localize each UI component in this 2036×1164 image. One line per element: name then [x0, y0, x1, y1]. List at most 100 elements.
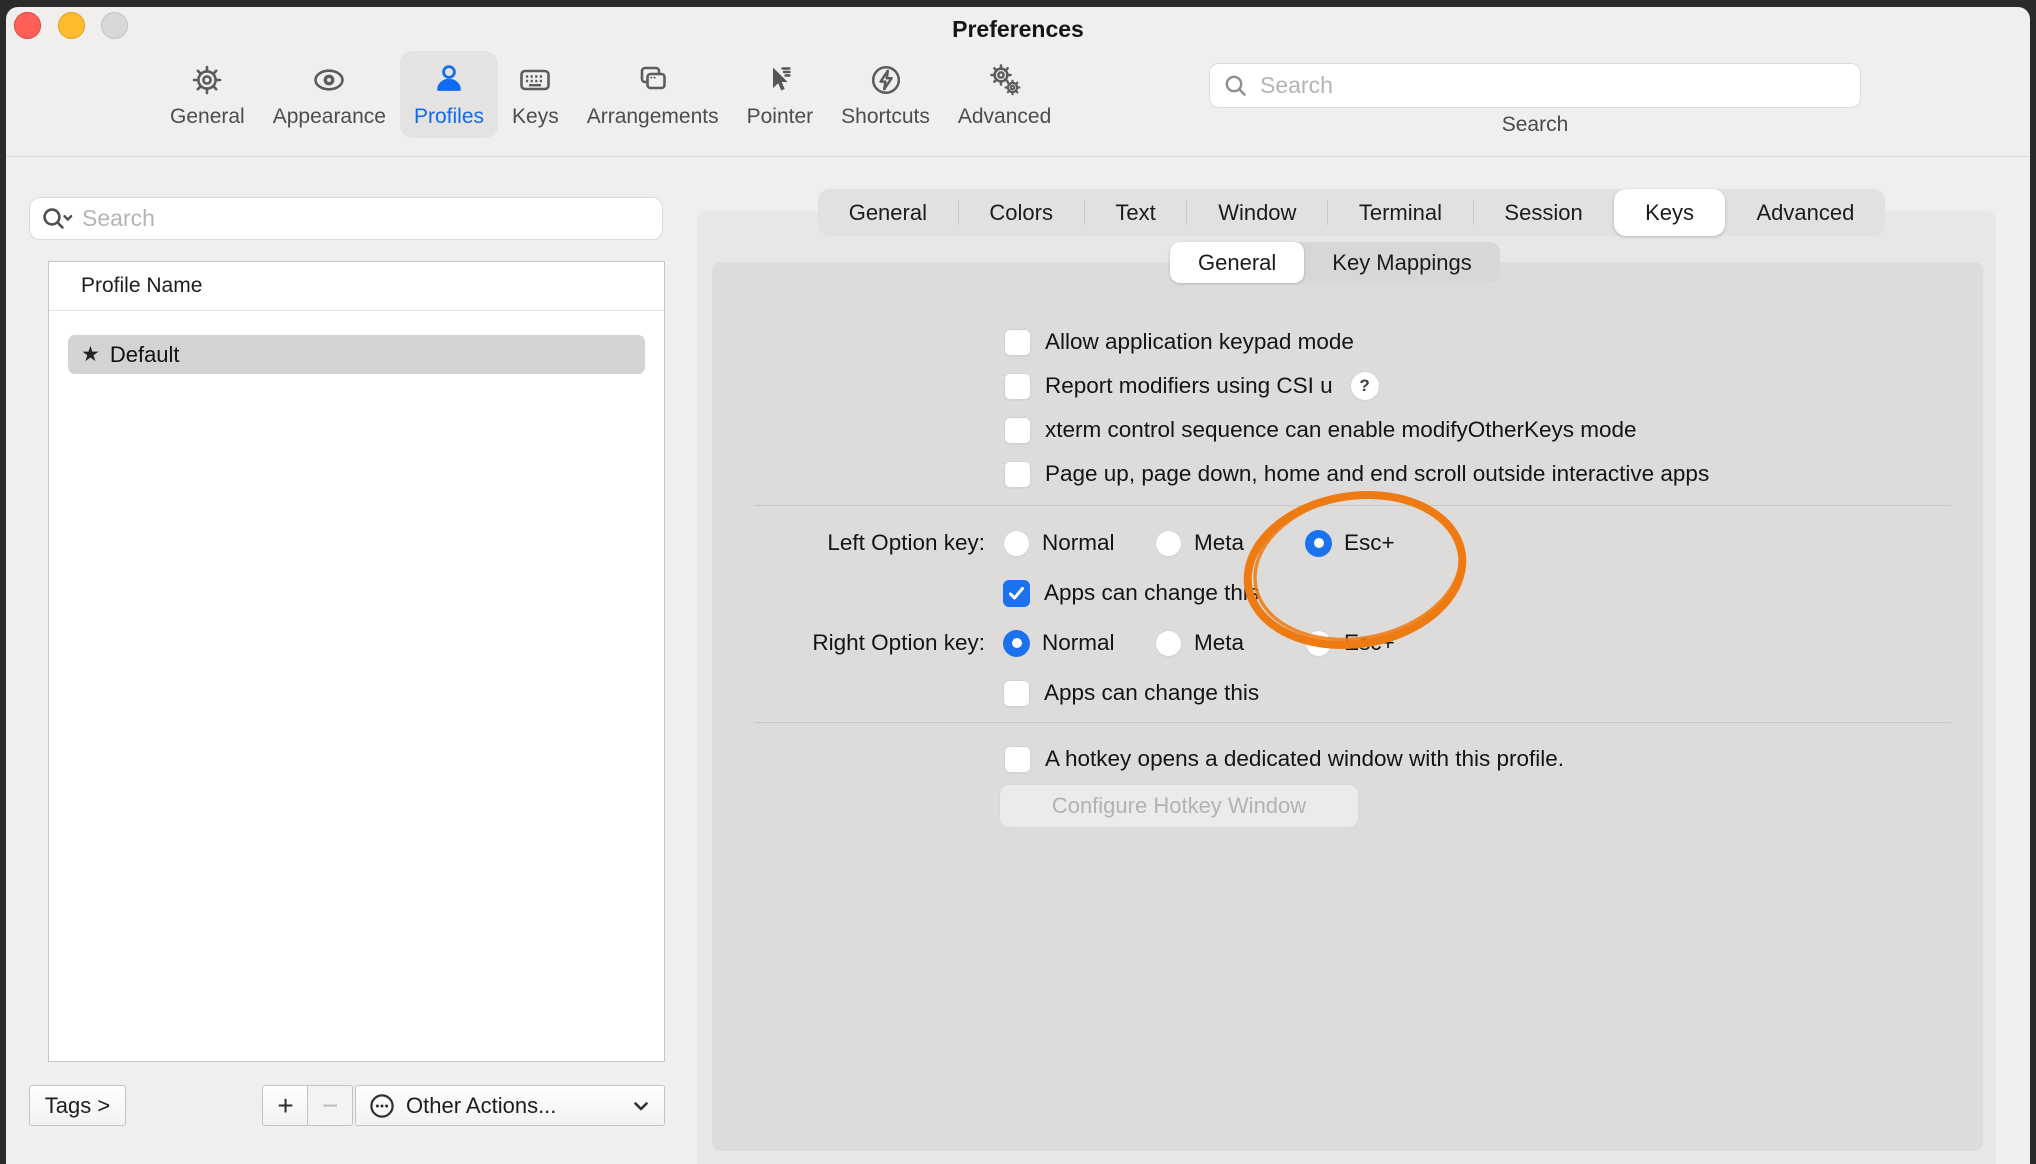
toolbar-search-field[interactable] [1209, 63, 1861, 108]
profile-name: Default [110, 342, 180, 368]
keys-subtab-bar: General Key Mappings [1170, 242, 1500, 283]
other-actions-dropdown[interactable]: Other Actions... [355, 1085, 665, 1126]
gear-icon [185, 58, 229, 102]
checkbox-label: Apps can change this [1044, 680, 1259, 706]
checkbox-row-xterm[interactable]: xterm control sequence can enable modify… [1004, 415, 1637, 445]
radio-label: Normal [1042, 630, 1115, 656]
toolbar-label: Pointer [747, 105, 814, 129]
checkbox[interactable] [1004, 329, 1031, 356]
chevron-down-icon [630, 1095, 652, 1117]
remove-profile-button: − [307, 1085, 353, 1126]
checkbox-row-right-apps[interactable]: Apps can change this [1003, 678, 1259, 708]
ellipsis-circle-icon [368, 1092, 396, 1120]
toolbar-item-arrangements[interactable]: Arrangements [573, 51, 733, 138]
checkbox[interactable] [1004, 746, 1031, 773]
radio-button[interactable] [1155, 530, 1182, 557]
window-title: Preferences [6, 16, 2030, 43]
checkbox-label: xterm control sequence can enable modify… [1045, 417, 1637, 443]
checkbox-row-keypad[interactable]: Allow application keypad mode [1004, 327, 1354, 357]
radio-button[interactable] [1305, 530, 1332, 557]
checkbox[interactable] [1004, 461, 1031, 488]
radio-button[interactable] [1003, 630, 1030, 657]
checkbox-label: Allow application keypad mode [1045, 329, 1354, 355]
profile-search-input[interactable] [82, 205, 652, 232]
tab-general[interactable]: General [818, 189, 958, 236]
tab-keys[interactable]: Keys [1614, 189, 1724, 236]
tab-text[interactable]: Text [1085, 189, 1187, 236]
configure-hotkey-window-button: Configure Hotkey Window [1000, 785, 1358, 827]
tags-button[interactable]: Tags > [29, 1085, 126, 1126]
preferences-window: Preferences General Appearance [6, 7, 2030, 1164]
search-scope-icon [40, 204, 74, 234]
subtab-key-mappings[interactable]: Key Mappings [1304, 242, 1499, 283]
cursor-icon [758, 58, 802, 102]
radio-left-normal[interactable]: Normal [1003, 528, 1115, 558]
other-actions-label: Other Actions... [406, 1093, 556, 1119]
radio-label: Esc+ [1344, 530, 1395, 556]
left-option-key-label: Left Option key: [606, 528, 985, 558]
checkbox[interactable] [1004, 373, 1031, 400]
help-button[interactable]: ? [1351, 372, 1379, 400]
radio-left-esc[interactable]: Esc+ [1305, 528, 1395, 558]
toolbar-item-keys[interactable]: Keys [498, 51, 573, 138]
radio-label: Meta [1194, 630, 1244, 656]
person-icon [427, 58, 471, 102]
section-divider [754, 505, 1951, 506]
eye-icon [307, 58, 351, 102]
toolbar-item-pointer[interactable]: Pointer [733, 51, 828, 138]
gears-icon [983, 58, 1027, 102]
checkbox[interactable] [1003, 680, 1030, 707]
tab-terminal[interactable]: Terminal [1328, 189, 1473, 236]
tab-advanced[interactable]: Advanced [1726, 189, 1885, 236]
radio-label: Normal [1042, 530, 1115, 556]
radio-right-esc[interactable]: Esc+ [1305, 628, 1395, 658]
tab-window[interactable]: Window [1187, 189, 1327, 236]
toolbar-label: General [170, 105, 245, 129]
checkbox-label: Page up, page down, home and end scroll … [1045, 461, 1709, 487]
profile-tab-bar: General Colors Text Window Terminal Sess… [818, 189, 1885, 236]
radio-button[interactable] [1155, 630, 1182, 657]
section-divider [754, 722, 1951, 723]
profile-list-header: Profile Name [49, 262, 664, 311]
radio-right-normal[interactable]: Normal [1003, 628, 1115, 658]
profile-search-field[interactable] [29, 197, 663, 240]
profile-row-default[interactable]: ★ Default [68, 335, 645, 374]
radio-right-meta[interactable]: Meta [1155, 628, 1244, 658]
checkbox-row-left-apps[interactable]: Apps can change this [1003, 578, 1259, 608]
checkbox-row-pageup[interactable]: Page up, page down, home and end scroll … [1004, 459, 1709, 489]
checkbox[interactable] [1003, 580, 1030, 607]
toolbar-label: Advanced [958, 105, 1051, 129]
subtab-general[interactable]: General [1170, 242, 1304, 283]
tab-session[interactable]: Session [1474, 189, 1614, 236]
checkbox-label: Report modifiers using CSI u [1045, 373, 1333, 399]
toolbar-item-profiles[interactable]: Profiles [400, 51, 498, 138]
profile-list: Profile Name ★ Default [48, 261, 665, 1062]
search-input[interactable] [1260, 72, 1848, 99]
keyboard-icon [513, 58, 557, 102]
star-icon: ★ [81, 342, 100, 367]
checkbox[interactable] [1004, 417, 1031, 444]
checkbox-label: Apps can change this [1044, 580, 1259, 606]
radio-left-meta[interactable]: Meta [1155, 528, 1244, 558]
checkbox-label: A hotkey opens a dedicated window with t… [1045, 746, 1564, 772]
toolbar-item-advanced[interactable]: Advanced [944, 51, 1065, 138]
lightning-circle-icon [864, 58, 908, 102]
toolbar-label: Appearance [273, 105, 386, 129]
toolbar-label: Profiles [414, 105, 484, 129]
preferences-toolbar: General Appearance Profiles [156, 51, 1065, 157]
toolbar-item-shortcuts[interactable]: Shortcuts [827, 51, 944, 138]
tab-colors[interactable]: Colors [959, 189, 1084, 236]
toolbar-label: Shortcuts [841, 105, 930, 129]
add-profile-button[interactable]: + [262, 1085, 308, 1126]
windows-icon [631, 58, 675, 102]
checkbox-row-hotkey[interactable]: A hotkey opens a dedicated window with t… [1004, 744, 1564, 774]
right-option-key-label: Right Option key: [606, 628, 985, 658]
checkbox-row-csiu[interactable]: Report modifiers using CSI u ? [1004, 371, 1379, 401]
radio-label: Meta [1194, 530, 1244, 556]
toolbar-item-general[interactable]: General [156, 51, 259, 138]
toolbar-item-appearance[interactable]: Appearance [259, 51, 400, 138]
toolbar-search-caption: Search [1209, 113, 1861, 137]
radio-button[interactable] [1003, 530, 1030, 557]
toolbar-label: Keys [512, 105, 559, 129]
radio-button[interactable] [1305, 630, 1332, 657]
